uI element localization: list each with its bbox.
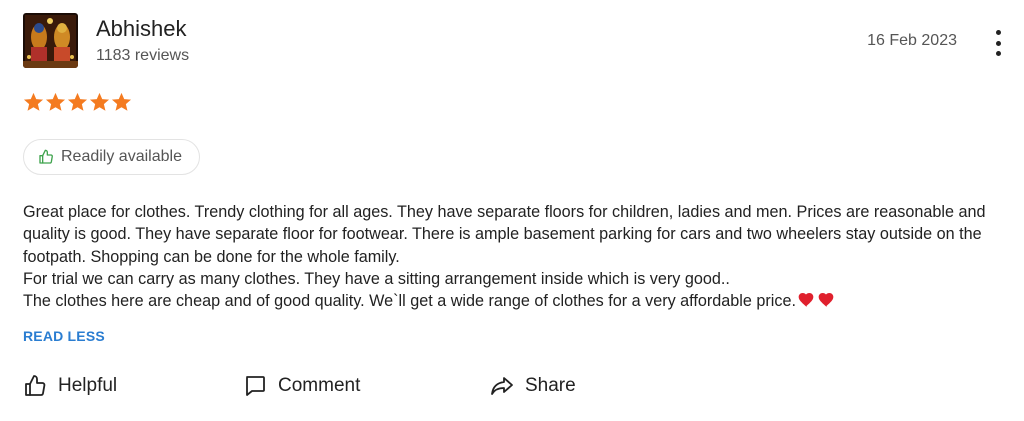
reviewer-review-count: 1183 reviews	[96, 47, 190, 64]
star-rating	[23, 91, 132, 117]
star-icon	[67, 92, 88, 111]
star-icon	[89, 92, 110, 111]
comment-button[interactable]: Comment	[243, 371, 360, 401]
share-icon	[491, 377, 513, 395]
star-icon	[111, 92, 132, 111]
thumbs-up-icon	[39, 149, 53, 164]
star-icon	[45, 92, 66, 111]
avatar-image	[23, 13, 78, 68]
thumbs-up-icon	[25, 375, 46, 396]
star-icon	[23, 92, 44, 111]
helpful-label: Helpful	[58, 375, 118, 396]
share-label: Share	[525, 375, 576, 396]
menu-dot	[995, 51, 1001, 56]
review-paragraph-text: The clothes here are cheap and of good q…	[23, 292, 796, 311]
tag-label: Readily available	[61, 148, 182, 165]
share-button[interactable]: Share	[490, 371, 576, 401]
menu-dot	[995, 40, 1001, 46]
review-actions: Helpful Comment Share	[23, 371, 623, 401]
tag-readily-available[interactable]: Readily available	[23, 139, 200, 175]
comment-icon	[246, 376, 265, 396]
review-text: Great place for clothes. Trendy clothing…	[23, 201, 1013, 312]
reviewer-avatar[interactable]	[23, 13, 78, 68]
review-paragraph: Great place for clothes. Trendy clothing…	[23, 203, 986, 266]
red-heart-icon	[798, 293, 814, 308]
review-date: 16 Feb 2023	[867, 32, 957, 49]
helpful-button[interactable]: Helpful	[23, 371, 117, 401]
review-paragraph-last: The clothes here are cheap and of good q…	[23, 290, 1013, 312]
menu-dot	[995, 30, 1001, 35]
more-options-icon[interactable]	[988, 30, 1008, 56]
reviewer-name[interactable]: Abhishek	[96, 16, 187, 42]
review-card: Abhishek 1183 reviews 16 Feb 2023 Readil…	[0, 0, 1024, 421]
review-paragraph: For trial we can carry as many clothes. …	[23, 269, 730, 288]
red-heart-icon	[818, 293, 834, 308]
comment-label: Comment	[278, 375, 361, 396]
read-less-link[interactable]: READ LESS	[23, 328, 105, 344]
